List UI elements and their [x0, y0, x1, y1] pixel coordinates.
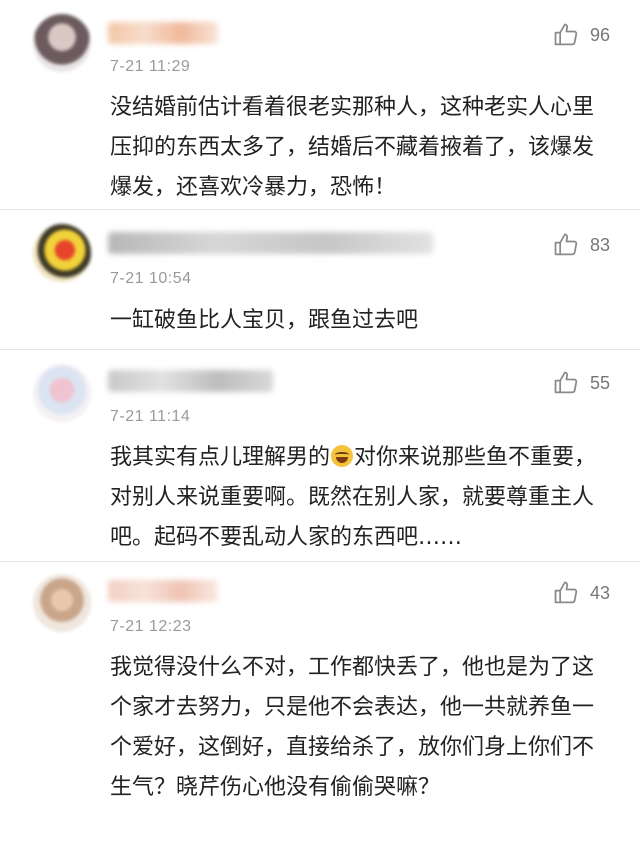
- like-button[interactable]: 55: [552, 368, 612, 398]
- comment-text-part: 我其实有点儿理解男的: [110, 445, 331, 470]
- comment-item: 7-21 12:23 43 我觉得没什么不对，工作都快丢了，他也是为了这个家才去…: [0, 562, 640, 848]
- like-button[interactable]: 43: [552, 578, 612, 608]
- comment-text: 我其实有点儿理解男的 对你来说那些鱼不重要，对别人来说重要啊。既然在别人家，就要尊…: [110, 438, 610, 558]
- laugh-cry-emoji: [331, 445, 354, 467]
- comment-text: 一缸破鱼比人宝贝，跟鱼过去吧: [110, 308, 419, 333]
- comment-timestamp: 7-21 11:14: [110, 408, 191, 425]
- comment-timestamp: 7-21 12:23: [110, 618, 192, 635]
- username-blurred[interactable]: [108, 370, 273, 392]
- avatar[interactable]: [33, 364, 91, 422]
- username-blurred[interactable]: [108, 232, 433, 254]
- comment-item: 7-21 11:29 96 没结婚前估计看着很老实那种人，这种老实人心里压抑的东…: [0, 0, 640, 210]
- comment-text: 我觉得没什么不对，工作都快丢了，他也是为了这个家才去努力，只是他不会表达，他一共…: [110, 655, 595, 800]
- avatar[interactable]: [33, 574, 91, 632]
- like-count: 83: [590, 234, 611, 255]
- like-button[interactable]: 96: [552, 20, 612, 50]
- comment-item: 7-21 10:54 83 一缸破鱼比人宝贝，跟鱼过去吧: [0, 210, 640, 350]
- username-blurred[interactable]: [108, 580, 218, 602]
- like-count: 43: [590, 582, 611, 603]
- thumbs-up-icon: [554, 23, 578, 46]
- like-count: 96: [590, 24, 611, 45]
- like-count: 55: [590, 372, 611, 393]
- avatar[interactable]: [33, 224, 91, 282]
- comment-item: 7-21 11:14 55 我其实有点儿理解男的 对你来说那些鱼不重要，对别人来说…: [0, 350, 640, 562]
- comment-timestamp: 7-21 11:29: [110, 58, 191, 75]
- comment-text: 没结婚前估计看着很老实那种人，这种老实人心里压抑的东西太多了，结婚后不藏着掖着了…: [110, 95, 595, 200]
- username-blurred[interactable]: [108, 22, 218, 44]
- avatar[interactable]: [33, 14, 91, 72]
- thumbs-up-icon: [554, 233, 578, 256]
- comment-timestamp: 7-21 10:54: [110, 270, 192, 287]
- like-button[interactable]: 83: [552, 230, 612, 260]
- thumbs-up-icon: [554, 581, 578, 604]
- thumbs-up-icon: [554, 371, 578, 394]
